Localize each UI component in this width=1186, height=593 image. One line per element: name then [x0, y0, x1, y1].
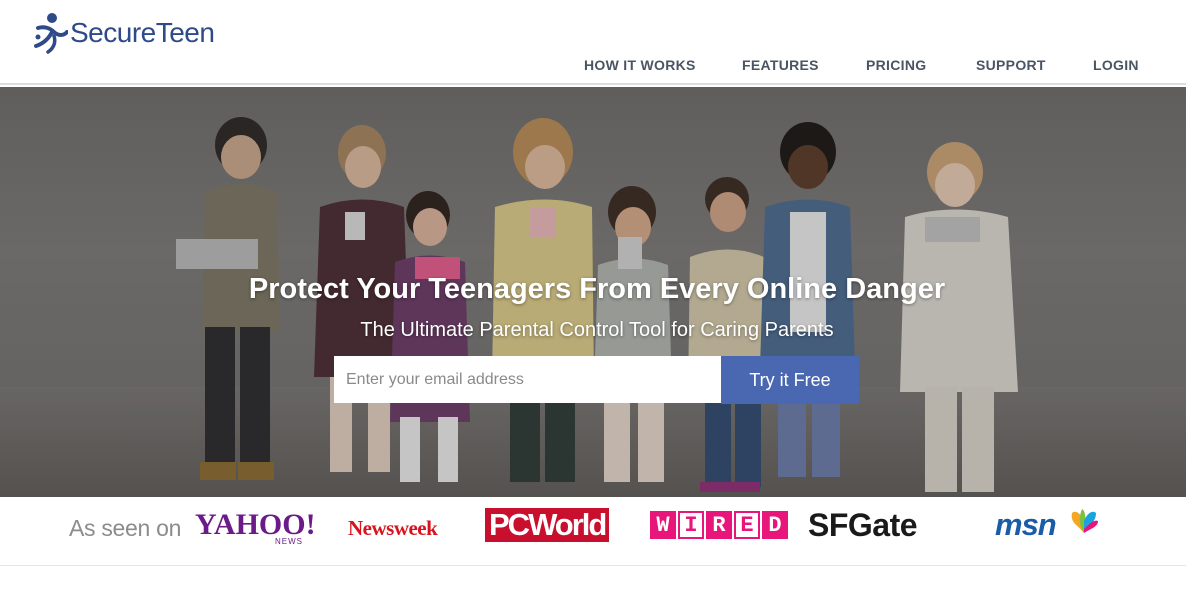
- wired-letter: W: [650, 511, 676, 539]
- yahoo-news-sublabel: NEWS: [275, 537, 303, 546]
- nav-pricing[interactable]: PRICING: [866, 57, 926, 73]
- wired-letter: D: [762, 511, 788, 539]
- msn-logo: msn: [995, 507, 1057, 542]
- press-bar: As seen on YAHOO! NEWS Newsweek PCWorld …: [0, 497, 1186, 566]
- site-header: SecureTeen HOW IT WORKS FEATURES PRICING…: [0, 0, 1186, 85]
- wired-letter: I: [678, 511, 704, 539]
- brand-name: SecureTeen: [70, 17, 215, 48]
- try-it-free-button[interactable]: Try it Free: [721, 356, 859, 404]
- wired-letter: R: [706, 511, 732, 539]
- wired-logo: W I R E D: [650, 511, 790, 539]
- secureteen-logo-icon: [34, 13, 68, 54]
- nav-login[interactable]: LOGIN: [1093, 57, 1139, 73]
- nav-features[interactable]: FEATURES: [742, 57, 819, 73]
- pcworld-logo: PCWorld: [485, 508, 610, 542]
- nav-how-it-works[interactable]: HOW IT WORKS: [584, 57, 696, 73]
- newsweek-logo: Newsweek: [348, 516, 438, 540]
- sfgate-logo: SFGate: [808, 507, 918, 543]
- main-nav: HOW IT WORKS FEATURES PRICING SUPPORT LO…: [0, 57, 1186, 77]
- nav-support[interactable]: SUPPORT: [976, 57, 1046, 73]
- wired-letter: E: [734, 511, 760, 539]
- as-seen-on-label: As seen on: [69, 515, 182, 541]
- hero-title: Protect Your Teenagers From Every Online…: [248, 273, 946, 305]
- hero-section: Protect Your Teenagers From Every Online…: [0, 87, 1186, 497]
- brand-logo[interactable]: SecureTeen: [32, 10, 215, 56]
- email-input[interactable]: [334, 356, 721, 403]
- msn-butterfly-icon: [1071, 509, 1098, 533]
- hero-subtitle: The Ultimate Parental Control Tool for C…: [360, 319, 834, 341]
